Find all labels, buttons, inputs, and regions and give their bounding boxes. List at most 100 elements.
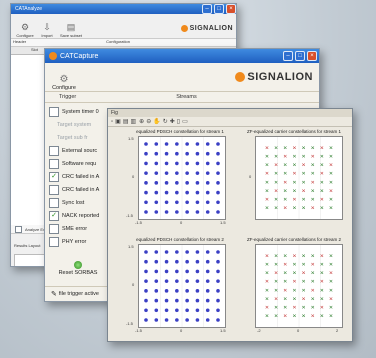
trigger-checkbox-checked[interactable]: ✓ [49, 210, 59, 221]
constellation-point: ✕ [274, 180, 278, 186]
plot-titlebar[interactable]: Fig [108, 109, 352, 117]
constellation-point: ✕ [292, 254, 296, 260]
constellation-point [175, 289, 179, 293]
minimize-button[interactable]: – [202, 4, 212, 14]
panel-title: ZF-equalized carrier constellations for … [246, 129, 342, 134]
maximize-button[interactable]: □ [295, 51, 305, 61]
maximize-button[interactable]: □ [214, 4, 224, 14]
window-title: CATCapture [60, 52, 99, 60]
constellation-point: ✕ [320, 171, 324, 177]
pan-icon[interactable]: ✋ [153, 118, 160, 125]
constellation-point: ✕ [311, 314, 315, 320]
trigger-checkbox[interactable] [49, 106, 59, 117]
catanalyze-titlebar[interactable]: CATAnalyze – □ × [11, 4, 236, 14]
constellation-point: ✕ [274, 262, 278, 268]
constellation-point: ✕ [274, 163, 278, 169]
constellation-point: ✕ [292, 197, 296, 203]
constellation-plot-4[interactable]: ✕ ✕ ✕ ✕ ✕ ✕ ✕ ✕ ✕ ✕ ✕ ✕ ✕ ✕ ✕ ✕ ✕ ✕ ✕ ✕ ✕ ✕ ✕ ✕ ✕ ✕ ✕ ✕ ✕ ✕ ✕ ✕ ✕ ✕ ✕ ✕ ✕ ✕ ✕ ✕… [255, 244, 343, 328]
col-slot[interactable]: Slot [31, 47, 38, 54]
constellation-point: ✕ [292, 206, 296, 212]
window-title: CATAnalyze [15, 6, 43, 12]
constellation-plot-1[interactable] [138, 136, 226, 220]
configure-tool[interactable]: ⚙ Configure [14, 22, 36, 38]
reset-button[interactable]: Reset SORBAS [53, 261, 103, 276]
constellation-point [154, 151, 159, 156]
constellation-point [185, 200, 189, 205]
constellation-point [195, 269, 200, 274]
constellation-point [154, 289, 159, 293]
constellation-point: ✕ [311, 163, 315, 169]
trigger-checkbox[interactable] [49, 158, 59, 169]
constellation-point: ✕ [329, 296, 333, 302]
header-left: Header [13, 39, 27, 44]
constellation-point: ✕ [320, 314, 324, 320]
constellation-point [175, 250, 179, 254]
constellation-point: ✕ [283, 163, 287, 169]
trigger-checkbox[interactable] [49, 145, 59, 156]
constellation-point: ✕ [283, 197, 287, 203]
analyze-checkbox[interactable] [15, 225, 22, 233]
x-tick: -1.5 [135, 328, 142, 333]
constellation-point: ✕ [292, 305, 296, 311]
front-logo-text: SIGNALION [247, 71, 313, 83]
constellation-point: ✕ [274, 314, 278, 320]
constellation-point: ✕ [283, 314, 287, 320]
front-toolbar: ⚙ Configure SIGNALION [45, 63, 319, 92]
constellation-point [154, 250, 159, 254]
constellation-point: ✕ [311, 171, 315, 177]
close-button[interactable]: × [307, 51, 317, 61]
constellation-point [216, 200, 220, 205]
rotate-icon[interactable]: ↻ [163, 118, 168, 125]
constellation-point [154, 318, 159, 322]
constellation-point [205, 279, 210, 283]
import-tool[interactable]: ⇩ Import [36, 22, 58, 38]
constellation-point [164, 289, 169, 293]
constellation-point [195, 308, 200, 313]
datacursor-icon[interactable]: ✚ [170, 118, 175, 125]
constellation-point: ✕ [329, 206, 333, 212]
catcapture-titlebar[interactable]: CATCapture – □ × [45, 49, 319, 63]
constellation-point [154, 259, 159, 264]
trigger-checkbox[interactable] [49, 236, 59, 247]
constellation-point: ✕ [320, 296, 324, 302]
front-logo: SIGNALION [235, 71, 313, 83]
constellation-svg-1 [144, 137, 220, 219]
y-tick: 1.5 [128, 244, 134, 249]
zoom-out-icon[interactable]: ⊖ [146, 118, 151, 125]
configure-tool[interactable]: ⚙ Configure [51, 74, 77, 91]
constellation-point: ✕ [329, 314, 333, 320]
constellation-plot-3[interactable] [138, 244, 226, 328]
zoom-in-icon[interactable]: ⊕ [139, 118, 144, 125]
constellation-point [205, 190, 210, 195]
save-icon[interactable]: ▤ [123, 118, 129, 125]
panel-title: ZF-equalized carrier constellations for … [246, 237, 342, 242]
trigger-item-label: CRC failed in A [62, 173, 100, 180]
constellation-plot-2[interactable]: ✕ ✕ ✕ ✕ ✕ ✕ ✕ ✕ ✕ ✕ ✕ ✕ ✕ ✕ ✕ ✕ ✕ ✕ ✕ ✕ ✕ ✕ ✕ ✕ ✕ ✕ ✕ ✕ ✕ ✕ ✕ ✕ ✕ ✕ ✕ ✕ ✕ ✕ ✕ ✕… [255, 136, 343, 220]
x-tick: 0 [180, 328, 183, 333]
minimize-button[interactable]: – [283, 51, 293, 61]
trigger-checkbox-checked[interactable]: ✓ [49, 171, 59, 182]
trigger-checkbox[interactable] [49, 223, 59, 234]
results-list [14, 254, 48, 266]
trigger-checkbox[interactable] [49, 197, 59, 208]
trigger-checkbox[interactable] [49, 184, 59, 195]
constellation-point [205, 289, 210, 293]
legend-icon[interactable]: ▭ [182, 118, 188, 125]
import-tool-label: Import [41, 33, 53, 38]
y-tick: 0 [132, 174, 135, 179]
constellation-point: ✕ [283, 171, 287, 177]
print-icon[interactable]: ▥ [130, 118, 136, 125]
constellation-point [185, 190, 189, 195]
configure-icon: ⚙ [20, 22, 30, 32]
new-figure-icon[interactable]: ▫ [111, 119, 113, 125]
constellation-point [195, 161, 200, 166]
open-icon[interactable]: ▣ [115, 118, 121, 125]
panel-title: equalized PDSCH constellation for stream… [136, 129, 224, 134]
constellation-point [164, 279, 169, 283]
constellation-point: ✕ [274, 271, 278, 277]
constellation-point: ✕ [283, 254, 287, 260]
constellation-point [144, 279, 148, 283]
colorbar-icon[interactable]: ▯ [177, 118, 180, 125]
close-button[interactable]: × [226, 4, 236, 14]
save-subset-tool[interactable]: ▤ Save subset [58, 22, 84, 38]
